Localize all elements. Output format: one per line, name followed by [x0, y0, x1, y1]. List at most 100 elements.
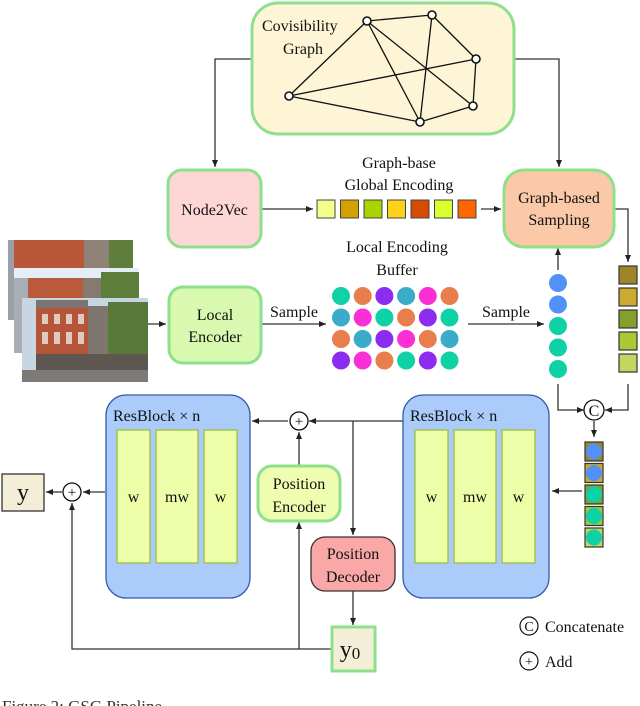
- covisibility-graph-label-1: Covisibility: [262, 18, 338, 35]
- add-symbol: +: [295, 414, 303, 430]
- global-encoding-label-2: Global Encoding: [345, 177, 454, 194]
- global-encoding-cell: [410, 199, 430, 219]
- concatenated-dot: [586, 508, 602, 524]
- resblock-left-layers: w mw w: [116, 429, 238, 564]
- buffer-dot: [397, 351, 416, 370]
- graph-node: [362, 16, 372, 26]
- buffer-dot: [332, 287, 350, 305]
- legend-concat-label: Concatenate: [545, 619, 624, 636]
- graph-node: [427, 10, 437, 20]
- resblock-right: ResBlock × n w mw w: [402, 394, 550, 599]
- output-y: y: [1, 473, 45, 512]
- input-images: [8, 240, 148, 382]
- resblock-layer-label: w: [426, 489, 438, 506]
- sampled-local-dot: [549, 274, 567, 292]
- buffer-dot: [440, 330, 459, 348]
- concatenated-dot: [586, 486, 602, 503]
- position-encoder-block: Position Encoder: [256, 464, 342, 523]
- buffer-dot: [440, 287, 459, 305]
- sampled-global-cell: [618, 265, 638, 285]
- concatenated-dot: [586, 443, 602, 460]
- pipeline-diagram: Covisibility Graph Node2Vec Graph-base G…: [1, 1, 638, 673]
- sample-label-encoder: Sample: [270, 304, 318, 321]
- buffer-dot: [375, 351, 394, 370]
- buffer-dot: [353, 287, 372, 305]
- buffer-dot: [397, 287, 416, 305]
- buffer-dot: [418, 287, 437, 305]
- sampled-global-column: [618, 265, 638, 373]
- buffer-dot: [375, 330, 394, 348]
- global-encoding-cell: [457, 199, 477, 219]
- add-node-left: +: [62, 482, 82, 502]
- sample-label-buffer: Sample: [482, 304, 530, 321]
- covisibility-graph-label-2: Graph: [283, 41, 323, 58]
- local-encoder-label-1: Local: [197, 307, 234, 324]
- position-decoder-label-2: Decoder: [326, 569, 381, 586]
- resblock-layer-label: mw: [463, 489, 487, 506]
- sampled-global-cell: [618, 309, 638, 329]
- sampled-local-dot: [549, 295, 567, 314]
- resblock-right-layers: w mw w: [414, 429, 536, 564]
- concat-symbol: C: [589, 403, 600, 420]
- buffer-dot: [332, 330, 350, 348]
- resblock-left-label: ResBlock × n: [113, 408, 200, 425]
- resblock-layer-label: w: [128, 489, 140, 506]
- buffer-dot: [375, 308, 394, 327]
- graph-node: [468, 101, 478, 111]
- arrow-local-to-concat: [557, 384, 584, 413]
- global-encoding-cell: [387, 199, 406, 219]
- arrow-global-to-concat: [605, 384, 629, 413]
- legend: C Concatenate + Add: [519, 616, 624, 671]
- graph-node: [471, 54, 481, 64]
- arrow-graph-to-sampling: [514, 58, 562, 167]
- buffer-dot: [353, 351, 372, 370]
- concatenated-dot: [586, 465, 602, 481]
- buffer-dot: [418, 351, 437, 370]
- global-encoding-cells: [316, 199, 477, 219]
- sampled-local-column: [549, 274, 567, 378]
- sampled-global-cell: [618, 353, 638, 373]
- concat-node: C: [583, 399, 605, 421]
- global-encoding-cell: [434, 199, 453, 219]
- sampled-global-cell: [618, 287, 638, 307]
- local-encoder-block: Local Encoder: [167, 285, 263, 365]
- local-encoding-buffer: Local Encoding Buffer: [332, 239, 459, 370]
- resblock-layer-label: w: [513, 489, 525, 506]
- position-encoder-label-1: Position: [273, 476, 325, 493]
- buffer-dot: [332, 351, 350, 370]
- buffer-dot: [397, 308, 416, 327]
- graph-node: [415, 117, 425, 127]
- resblock-layer-label: w: [215, 489, 227, 506]
- local-encoder-label-2: Encoder: [188, 329, 242, 346]
- figure-caption-text: Figure 2: GSG Pipeline: [0, 697, 640, 706]
- arrow-graph-to-node2vec: [212, 58, 252, 167]
- global-encoding-cell: [363, 199, 383, 219]
- resblock-right-label: ResBlock × n: [410, 408, 497, 425]
- add-symbol: +: [68, 485, 76, 501]
- legend-add-label: Add: [545, 654, 573, 671]
- global-encoding-cell: [340, 199, 359, 219]
- position-decoder-label-1: Position: [327, 546, 379, 563]
- output-y0: y0: [330, 625, 377, 673]
- legend-concatenate: C Concatenate: [519, 616, 624, 636]
- resblock-layer-label: mw: [165, 489, 189, 506]
- global-encoding-label-1: Graph-base: [362, 155, 436, 172]
- graph-sampling-label-1: Graph-based: [518, 190, 600, 207]
- input-image: [22, 298, 148, 382]
- global-encoding-cell: [316, 199, 336, 219]
- position-encoder-label-2: Encoder: [272, 499, 326, 516]
- buffer-dot: [418, 308, 437, 327]
- buffer-dot: [440, 308, 459, 327]
- node2vec-label: Node2Vec: [181, 202, 248, 219]
- graph-sampling-label-2: Sampling: [528, 212, 589, 229]
- buffer-dot: [353, 330, 372, 348]
- buffer-dots: [332, 287, 459, 370]
- graph-node: [284, 91, 294, 101]
- concatenated-column: [584, 441, 604, 548]
- buffer-dot: [353, 308, 372, 327]
- sampled-local-dot: [549, 338, 567, 357]
- sampled-global-cell: [618, 331, 638, 351]
- graph-sampling-block: Graph-based Sampling: [502, 168, 616, 249]
- buffer-dot: [397, 330, 416, 348]
- node2vec-block: Node2Vec: [166, 168, 263, 249]
